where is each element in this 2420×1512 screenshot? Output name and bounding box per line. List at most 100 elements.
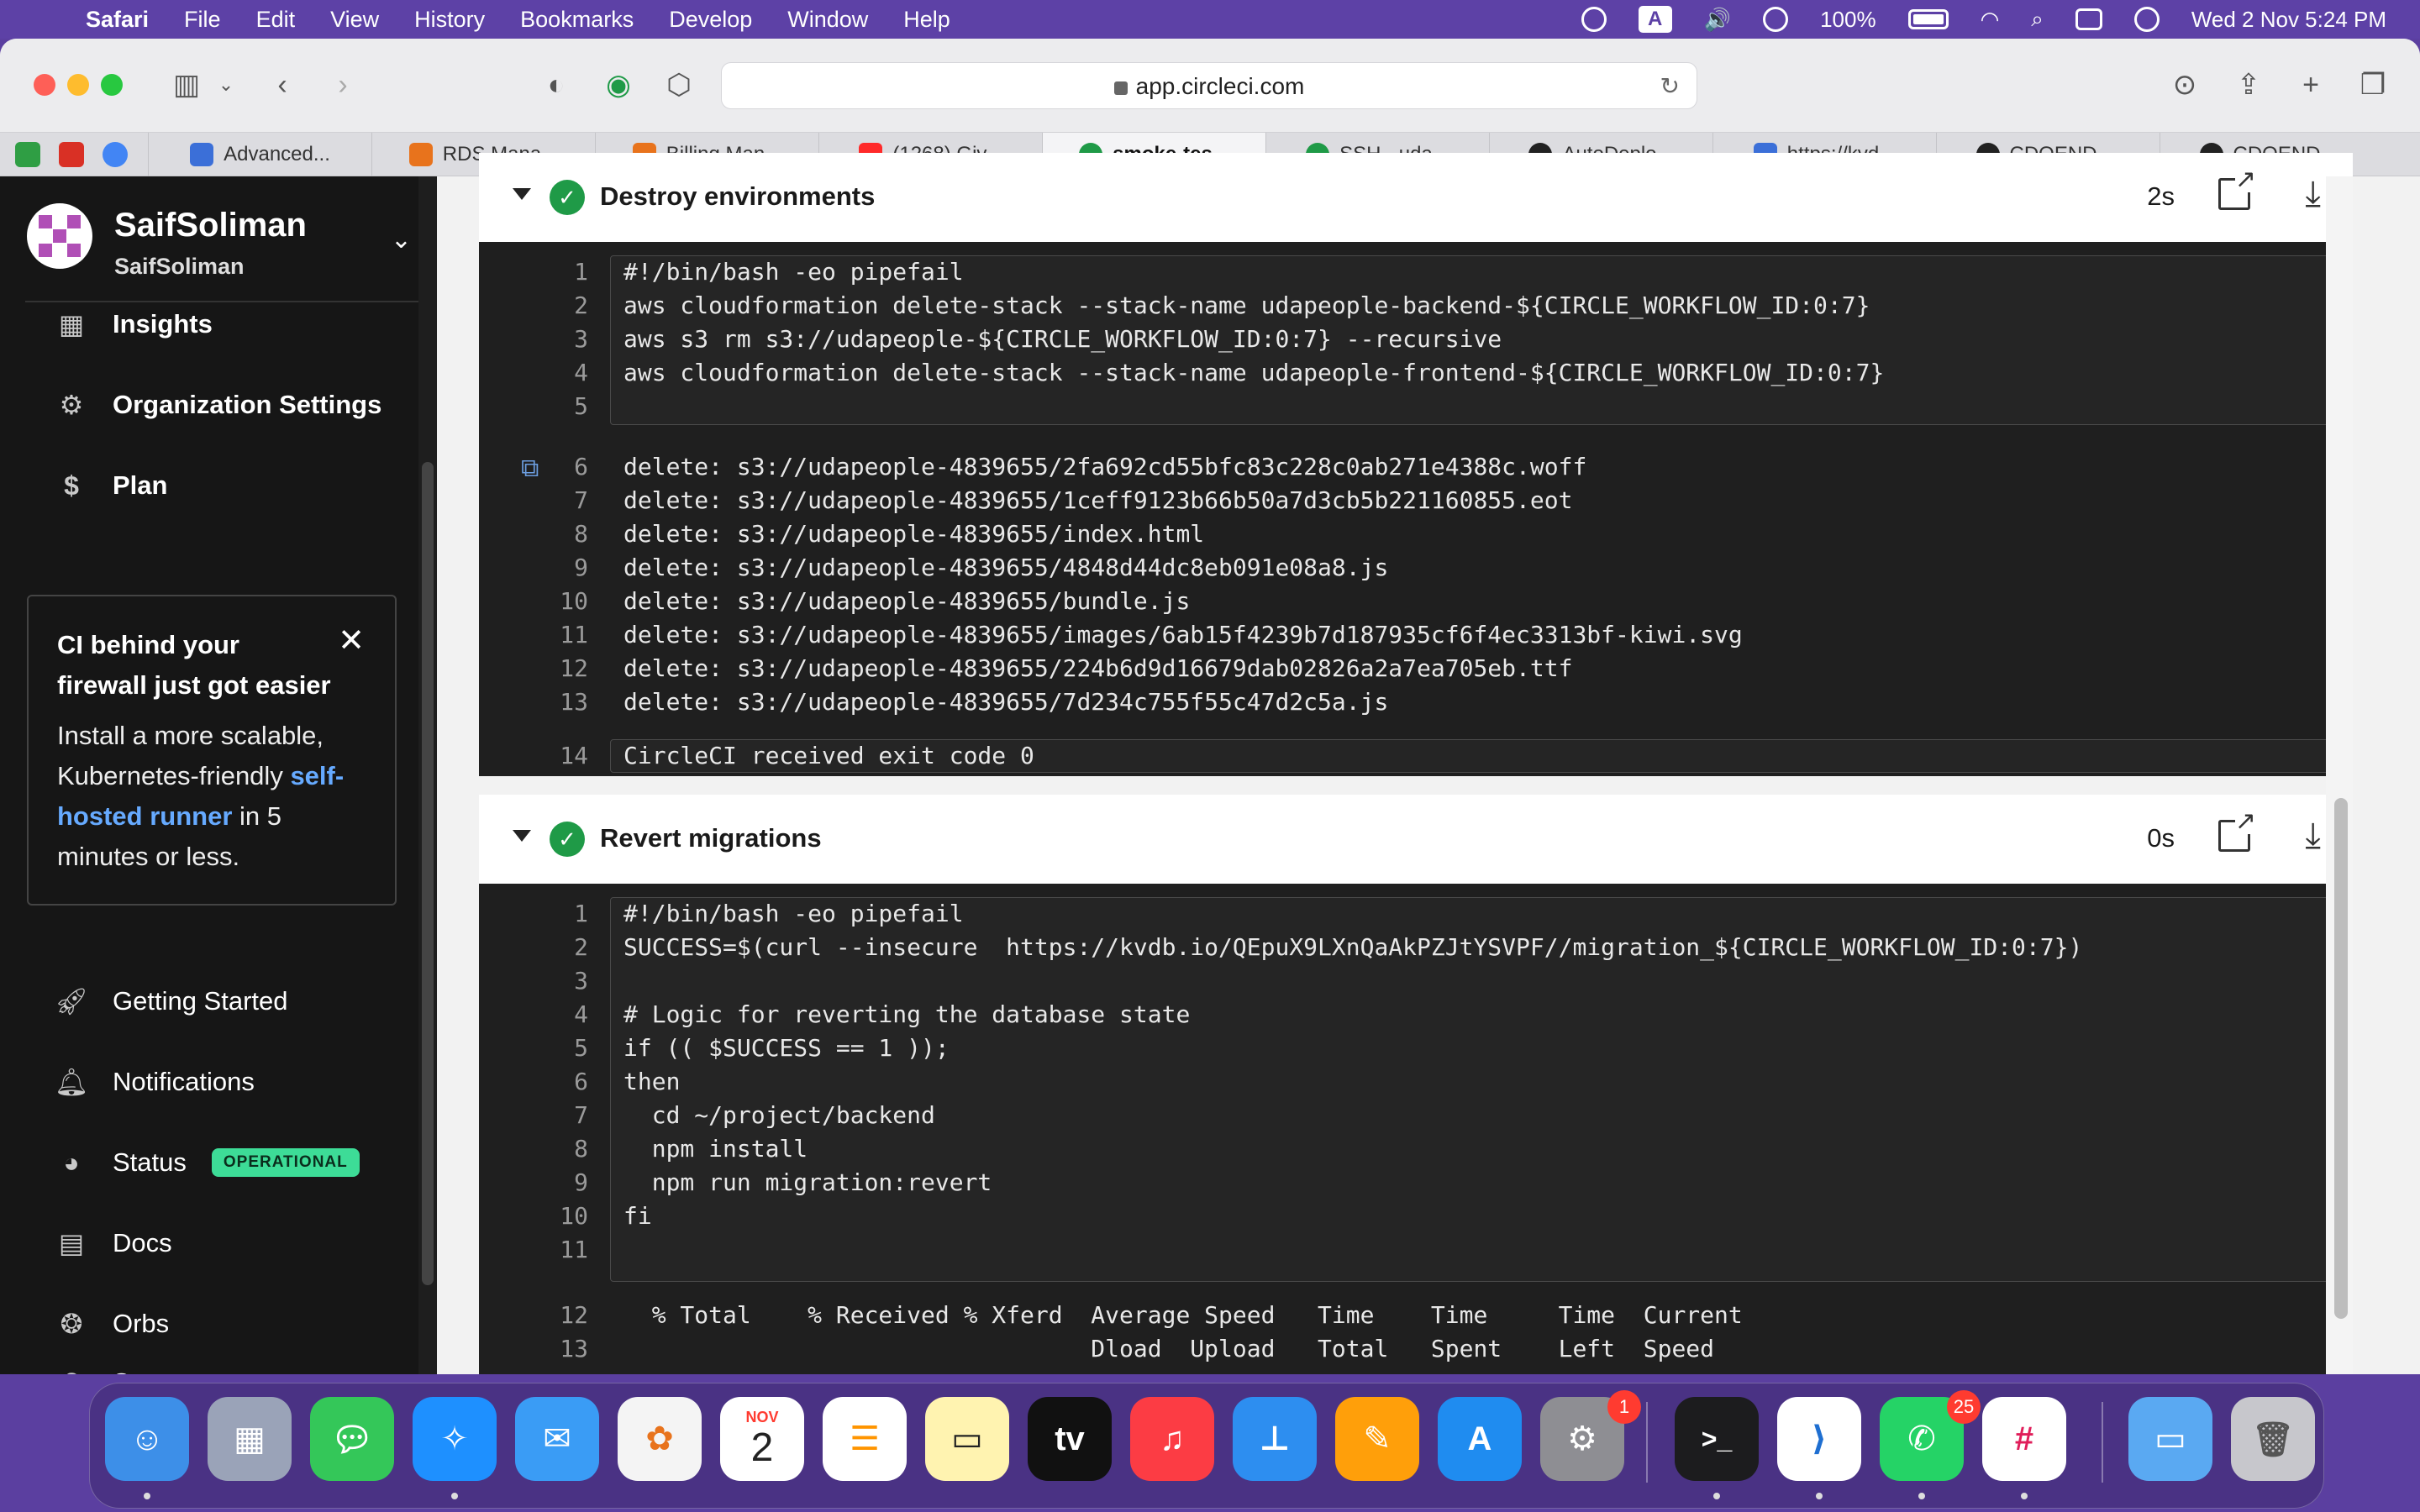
menu-help[interactable]: Help [903,7,950,33]
promo-title: CI behind your firewall just got easier [57,630,331,700]
apple-tv-icon[interactable]: tv [1028,1397,1112,1481]
grammarly-extension-icon[interactable]: ◉ [600,64,637,106]
sidebar-item-orbs[interactable]: ❂ Orbs [55,1304,170,1344]
menu-view[interactable]: View [330,7,379,33]
chevron-down-icon[interactable]: ⌄ [213,64,239,106]
open-external-icon[interactable] [2218,167,2256,210]
menu-file[interactable]: File [184,7,221,33]
tab-0[interactable]: Advanced... [148,133,371,176]
macos-dock: ☺ ▦ 💬︎ ✧ ✉ ✿ NOV 2 ☰ ▭ tv ♫ ⊥ ✎ A ⚙ 1 >_… [89,1383,2324,1509]
line-number: 9 [574,554,588,581]
sidebar-item-plan[interactable]: $ Plan [55,465,167,506]
back-button[interactable]: ‹ [266,64,299,106]
line-text: delete: s3://udapeople-4839655/4848d44dc… [623,554,1389,581]
main-scrollbar[interactable] [2326,176,2353,1374]
address-bar[interactable]: app.circleci.com ↻ [721,62,1697,109]
sidebar-toggle-icon[interactable]: ▥ [163,64,210,106]
app-store-icon[interactable]: A [1438,1397,1522,1481]
close-icon[interactable]: ✕ [338,622,365,659]
menu-window[interactable]: Window [787,7,868,33]
privacy-shield-icon[interactable]: ◐ [538,64,575,106]
terminal-icon[interactable]: >_ [1675,1397,1759,1481]
menu-history[interactable]: History [414,7,485,33]
avatar [27,203,92,269]
wifi-icon[interactable]: ◠ [1981,7,2000,33]
play-status-icon[interactable] [1581,7,1607,32]
messages-icon[interactable]: 💬︎ [310,1397,394,1481]
zoom-window-button[interactable] [101,74,123,96]
downloads-icon[interactable]: ⊙ [2165,64,2205,106]
caret-down-icon[interactable] [513,830,531,842]
reload-icon[interactable]: ↻ [1660,63,1680,110]
command-line: 3 aws s3 rm s3://udapeople-${CIRCLE_WORKF… [479,323,2353,356]
download-icon[interactable]: ⤓ [2305,173,2321,214]
reminders-icon[interactable]: ☰ [823,1397,907,1481]
orbs-icon: ❂ [60,1309,83,1339]
finder-icon[interactable]: ☺ [105,1397,189,1481]
output-line: 13 Dload Upload Total Spent Left Speed [479,1332,2353,1366]
trash-icon[interactable]: 🗑︎ [2231,1397,2315,1481]
scrollbar-thumb[interactable] [422,462,434,1285]
menu-develop[interactable]: Develop [669,7,752,33]
sidebar-item-notifications[interactable]: 🔔︎ Notifications [55,1062,255,1102]
google-drive-pinned-icon[interactable] [15,141,40,167]
calendar-icon[interactable]: NOV 2 [720,1397,804,1481]
safari-icon[interactable]: ✧ [413,1397,497,1481]
vscode-icon[interactable]: ⟩ [1777,1397,1861,1481]
chevron-down-icon[interactable]: ⌄ [391,225,412,255]
dock-separator [1646,1402,1648,1483]
sidebar-item-getting-started[interactable]: 🚀︎ Getting Started [55,981,288,1021]
battery-icon[interactable] [1907,9,1949,29]
command-line: 2 SUCCESS=$(curl --insecure https://kvdb.… [479,931,2353,964]
caret-down-icon[interactable] [513,188,531,200]
command-line: 5 if (( $SUCCESS == 1 )); [479,1032,2353,1065]
photos-icon[interactable]: ✿ [618,1397,702,1481]
menu-bookmarks[interactable]: Bookmarks [520,7,634,33]
google-pinned-icon[interactable] [103,141,128,167]
menu-clock[interactable]: Wed 2 Nov 5:24 PM [2191,7,2386,33]
music-icon[interactable]: ♫ [1130,1397,1214,1481]
extension-icon[interactable]: ⬡ [660,64,697,106]
user-account-icon[interactable] [1763,7,1789,32]
gmail-pinned-icon[interactable] [59,141,84,167]
close-window-button[interactable] [34,74,55,96]
forward-button[interactable]: › [326,64,360,106]
mail-icon[interactable]: ✉ [515,1397,599,1481]
scrollbar-thumb[interactable] [2334,798,2348,1319]
step-header-destroy-environments[interactable]: ✓ Destroy environments 2s ⤓ [479,153,2353,242]
sidebar-item-support[interactable]: ? Support [55,1362,203,1375]
siri-icon[interactable] [2133,7,2160,32]
launchpad-icon[interactable]: ▦ [208,1397,292,1481]
running-indicator [1918,1493,1925,1499]
menu-app-name[interactable]: Safari [86,7,149,33]
notes-icon[interactable]: ▭ [925,1397,1009,1481]
keynote-icon[interactable]: ⊥ [1233,1397,1317,1481]
downloads-folder-icon[interactable]: ▭ [2128,1397,2212,1481]
new-tab-button[interactable]: + [2291,64,2331,106]
step-duration: 0s [2147,823,2175,853]
org-switcher[interactable]: SaifSoliman SaifSoliman ⌄ [25,195,420,287]
minimize-window-button[interactable] [67,74,89,96]
sidebar-item-label: Status [113,1147,187,1177]
sidebar-item-insights[interactable]: ▦ Insights [55,304,213,344]
spotlight-search-icon[interactable]: ⌕ [2031,6,2044,33]
input-source-indicator[interactable]: A [1638,6,1672,33]
doc-icon: ▤ [58,1228,85,1258]
sidebar-item-status[interactable]: ◕ Status OPERATIONAL [55,1142,360,1183]
download-icon[interactable]: ⤓ [2305,815,2321,856]
udacity-favicon-icon [190,143,214,166]
slack-icon[interactable]: # [1982,1397,2066,1481]
step-header-revert-migrations[interactable]: ✓ Revert migrations 0s ⤓ [479,795,2353,884]
open-external-icon[interactable] [2218,809,2256,852]
volume-icon[interactable]: 🔊 [1704,7,1731,33]
pages-icon[interactable]: ✎ [1335,1397,1419,1481]
command-line: 4 # Logic for reverting the database stat… [479,998,2353,1032]
sidebar-item-docs[interactable]: ▤ Docs [55,1223,172,1263]
sidebar-scrollbar[interactable] [418,176,437,1374]
share-icon[interactable]: ⇪ [2228,64,2269,106]
menu-edit[interactable]: Edit [256,7,296,33]
tab-overview-icon[interactable]: ❐ [2353,64,2393,106]
exit-code-line: 14 CircleCI received exit code 0 [479,739,2353,773]
sidebar-item-organization-settings[interactable]: ⚙ Organization Settings [55,385,382,425]
control-center-icon[interactable] [2075,8,2102,30]
